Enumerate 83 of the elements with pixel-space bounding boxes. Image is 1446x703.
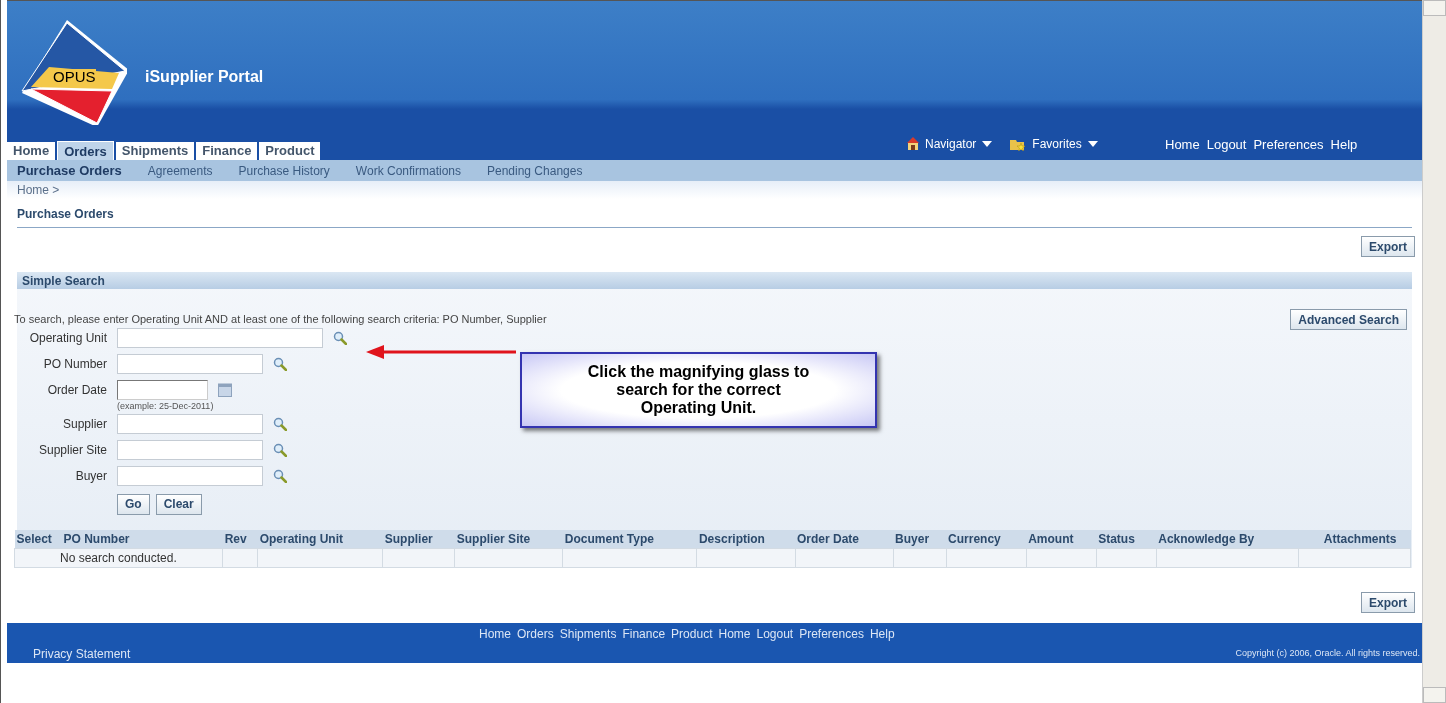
- page-title: Purchase Orders: [17, 207, 114, 221]
- footer-link[interactable]: Product: [671, 625, 713, 643]
- table-cell: [1096, 548, 1157, 568]
- folder-star-icon: [1010, 137, 1027, 151]
- column-header: Operating Unit: [257, 530, 383, 549]
- menu-link[interactable]: Navigator: [925, 135, 977, 153]
- field-label: Buyer: [74, 467, 108, 485]
- column-header: Supplier Site: [454, 530, 563, 549]
- export-button[interactable]: Export: [1361, 592, 1415, 613]
- nav-tab[interactable]: Home: [7, 142, 56, 160]
- footer-link[interactable]: Preferences: [799, 625, 864, 643]
- column-header: Rev: [222, 530, 258, 549]
- column-header: Select: [14, 530, 62, 549]
- app-title: iSupplier Portal: [145, 67, 264, 87]
- column-header: Status: [1096, 530, 1157, 549]
- column-header: Acknowledge By: [1156, 530, 1299, 549]
- footer-link[interactable]: Orders: [517, 625, 554, 643]
- subtab-link[interactable]: Purchase History: [238, 161, 330, 180]
- logo-text: OPUS: [53, 69, 96, 85]
- header-link[interactable]: Logout: [1206, 135, 1247, 155]
- subtab-link[interactable]: Purchase Orders: [17, 160, 122, 181]
- menu-link[interactable]: Favorites: [1032, 135, 1082, 153]
- header-link[interactable]: Home: [1165, 135, 1200, 155]
- scrollbar[interactable]: [1422, 0, 1446, 703]
- footer-link[interactable]: Home: [718, 625, 751, 643]
- advanced-search-button[interactable]: Advanced Search: [1290, 309, 1407, 330]
- column-header: Amount: [1026, 530, 1097, 549]
- input-field[interactable]: [117, 439, 263, 460]
- caret-icon[interactable]: [982, 141, 993, 147]
- table-cell: [222, 548, 258, 568]
- date-field[interactable]: [117, 380, 208, 400]
- field-label: Order Date: [46, 382, 108, 399]
- subtab-link[interactable]: Pending Changes: [487, 161, 583, 180]
- column-header: Supplier: [382, 530, 455, 549]
- subtab-link[interactable]: Agreements: [147, 161, 213, 180]
- input-field[interactable]: [117, 354, 263, 374]
- caret-icon[interactable]: [1087, 141, 1098, 147]
- header-link[interactable]: Preferences: [1253, 135, 1324, 155]
- column-header: Buyer: [893, 530, 947, 549]
- search-icon[interactable]: [333, 331, 347, 345]
- footer-link[interactable]: Finance: [622, 625, 666, 643]
- nav-tab[interactable]: Product: [259, 142, 321, 160]
- footer-link[interactable]: Shipments: [559, 625, 617, 643]
- field-label: Supplier: [61, 415, 108, 433]
- footer-link[interactable]: Logout: [756, 625, 794, 643]
- form-button[interactable]: Go: [117, 493, 150, 515]
- nav-tab[interactable]: Orders: [57, 141, 114, 160]
- column-header: Attachments: [1298, 530, 1411, 549]
- hint-text: (example: 25-Dec-2011): [117, 400, 215, 413]
- nav-tab[interactable]: Finance: [196, 142, 258, 160]
- table-cell: No search conducted.: [14, 548, 223, 568]
- input-field[interactable]: [117, 465, 263, 486]
- field-label: PO Number: [42, 356, 108, 373]
- footer-link[interactable]: Help: [869, 625, 895, 643]
- search-icon[interactable]: [273, 442, 287, 457]
- footer-link[interactable]: Home: [479, 625, 511, 643]
- input-field[interactable]: [117, 413, 263, 434]
- column-header: Currency: [946, 530, 1027, 549]
- privacy-link[interactable]: Privacy Statement: [33, 645, 131, 663]
- callout: Click the magnifying glass to search for the correct Operating Unit.: [520, 352, 877, 428]
- search-icon[interactable]: [273, 468, 287, 483]
- nav-tab[interactable]: Shipments: [115, 142, 195, 160]
- calendar-icon[interactable]: [218, 383, 232, 397]
- column-header: Document Type: [562, 530, 697, 549]
- header-link[interactable]: Help: [1330, 135, 1358, 155]
- table-cell: [893, 548, 947, 568]
- column-header: Description: [696, 530, 795, 549]
- copyright-text: Copyright (c) 2006, Oracle. All rights reserved.: [1235, 647, 1420, 660]
- column-header: PO Number: [61, 530, 223, 549]
- search-icon[interactable]: [273, 416, 287, 431]
- field-label: Operating Unit: [28, 330, 108, 347]
- form-button[interactable]: Clear: [155, 493, 202, 515]
- export-button[interactable]: Export: [1361, 236, 1415, 257]
- field-label: Supplier Site: [37, 441, 108, 459]
- column-header: Order Date: [795, 530, 894, 549]
- instruction-text: To search, please enter Operating Unit AND at least one of the following search criteria: PO Number, Supplier: [14, 312, 547, 328]
- table-cell: [1026, 548, 1097, 568]
- house-icon: [907, 137, 919, 151]
- breadcrumb-link[interactable]: Home >: [17, 183, 60, 197]
- subtab-link[interactable]: Work Confirmations: [355, 161, 461, 180]
- section-title: Simple Search: [22, 272, 105, 290]
- search-icon[interactable]: [273, 357, 287, 371]
- input-field[interactable]: [117, 328, 323, 348]
